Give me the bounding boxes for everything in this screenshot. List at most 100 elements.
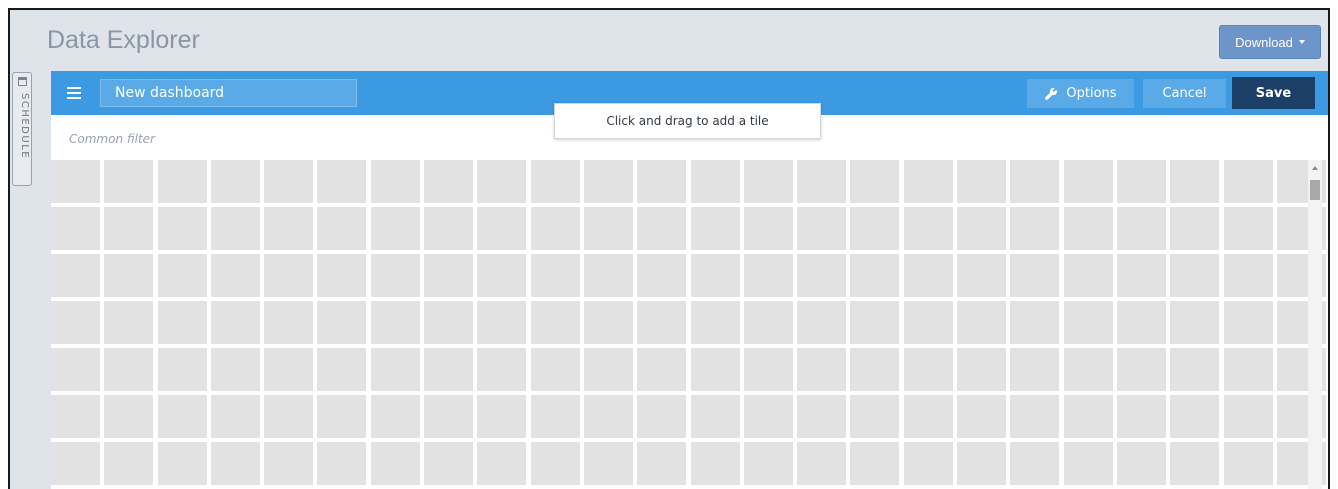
- grid-cell[interactable]: [424, 395, 474, 438]
- grid-cell[interactable]: [317, 442, 367, 485]
- grid-cell[interactable]: [1116, 207, 1166, 250]
- grid-cell[interactable]: [797, 160, 847, 203]
- grid-cell[interactable]: [264, 348, 314, 391]
- grid-cell[interactable]: [51, 442, 100, 485]
- grid-cell[interactable]: [530, 160, 580, 203]
- dashboard-name-input[interactable]: [100, 79, 357, 107]
- grid-cell[interactable]: [690, 254, 740, 297]
- grid-cell[interactable]: [583, 254, 633, 297]
- grid-cell[interactable]: [424, 301, 474, 344]
- grid-cell[interactable]: [690, 442, 740, 485]
- grid-cell[interactable]: [743, 395, 793, 438]
- grid-cell[interactable]: [583, 395, 633, 438]
- grid-cell[interactable]: [903, 442, 953, 485]
- grid-cell[interactable]: [370, 442, 420, 485]
- grid-cell[interactable]: [1170, 160, 1220, 203]
- grid-cell[interactable]: [957, 207, 1007, 250]
- grid-cell[interactable]: [743, 160, 793, 203]
- grid-cell[interactable]: [1010, 442, 1060, 485]
- grid-cell[interactable]: [1063, 395, 1113, 438]
- grid-cell[interactable]: [210, 442, 260, 485]
- grid-cell[interactable]: [1116, 395, 1166, 438]
- grid-cell[interactable]: [1010, 348, 1060, 391]
- grid-cell[interactable]: [530, 395, 580, 438]
- grid-cell[interactable]: [104, 348, 154, 391]
- grid-cell[interactable]: [1116, 301, 1166, 344]
- grid-cell[interactable]: [530, 301, 580, 344]
- grid-cell[interactable]: [104, 442, 154, 485]
- grid-cell[interactable]: [850, 207, 900, 250]
- grid-cell[interactable]: [1063, 207, 1113, 250]
- grid-cell[interactable]: [264, 254, 314, 297]
- scroll-thumb[interactable]: [1310, 180, 1320, 200]
- grid-cell[interactable]: [903, 348, 953, 391]
- grid-cell[interactable]: [903, 301, 953, 344]
- grid-cell[interactable]: [743, 348, 793, 391]
- grid-cell[interactable]: [104, 301, 154, 344]
- grid-cell[interactable]: [903, 395, 953, 438]
- grid-cell[interactable]: [583, 348, 633, 391]
- grid-cell[interactable]: [1223, 254, 1273, 297]
- grid-cell[interactable]: [264, 160, 314, 203]
- grid-cell[interactable]: [157, 301, 207, 344]
- grid-cell[interactable]: [424, 207, 474, 250]
- grid-cell[interactable]: [743, 301, 793, 344]
- grid-cell[interactable]: [850, 254, 900, 297]
- grid-cell[interactable]: [1116, 254, 1166, 297]
- grid-cell[interactable]: [1170, 207, 1220, 250]
- cancel-button[interactable]: Cancel: [1143, 79, 1226, 108]
- grid-cell[interactable]: [1223, 442, 1273, 485]
- grid-cell[interactable]: [104, 160, 154, 203]
- grid-cell[interactable]: [477, 207, 527, 250]
- grid-cell[interactable]: [690, 395, 740, 438]
- grid-cell[interactable]: [157, 395, 207, 438]
- grid-cell[interactable]: [1010, 254, 1060, 297]
- grid-cell[interactable]: [637, 395, 687, 438]
- grid-cell[interactable]: [477, 442, 527, 485]
- grid-cell[interactable]: [104, 207, 154, 250]
- options-button[interactable]: Options: [1027, 79, 1134, 108]
- grid-cell[interactable]: [797, 301, 847, 344]
- grid-cell[interactable]: [637, 207, 687, 250]
- grid-cell[interactable]: [51, 395, 100, 438]
- grid-cell[interactable]: [317, 160, 367, 203]
- grid-cell[interactable]: [317, 207, 367, 250]
- grid-cell[interactable]: [530, 207, 580, 250]
- grid-cell[interactable]: [264, 207, 314, 250]
- grid-cell[interactable]: [583, 207, 633, 250]
- grid-cell[interactable]: [1063, 301, 1113, 344]
- grid-cell[interactable]: [370, 160, 420, 203]
- grid-cell[interactable]: [1170, 442, 1220, 485]
- grid-cell[interactable]: [850, 348, 900, 391]
- grid-cell[interactable]: [690, 348, 740, 391]
- grid-cell[interactable]: [637, 254, 687, 297]
- grid-cell[interactable]: [583, 160, 633, 203]
- grid-cell[interactable]: [424, 254, 474, 297]
- grid-cell[interactable]: [903, 207, 953, 250]
- grid-cell[interactable]: [797, 254, 847, 297]
- grid-cell[interactable]: [850, 160, 900, 203]
- grid-cell[interactable]: [1010, 207, 1060, 250]
- grid-cell[interactable]: [477, 254, 527, 297]
- grid-cell[interactable]: [1223, 301, 1273, 344]
- grid-cell[interactable]: [51, 207, 100, 250]
- tile-grid[interactable]: [51, 160, 1326, 485]
- grid-cell[interactable]: [51, 348, 100, 391]
- grid-cell[interactable]: [1170, 301, 1220, 344]
- grid-cell[interactable]: [104, 395, 154, 438]
- grid-cell[interactable]: [690, 207, 740, 250]
- grid-cell[interactable]: [370, 254, 420, 297]
- grid-cell[interactable]: [210, 395, 260, 438]
- grid-cell[interactable]: [210, 301, 260, 344]
- dashboard-canvas[interactable]: [51, 157, 1328, 489]
- grid-cell[interactable]: [690, 301, 740, 344]
- grid-cell[interactable]: [477, 301, 527, 344]
- grid-cell[interactable]: [797, 207, 847, 250]
- grid-cell[interactable]: [264, 301, 314, 344]
- grid-cell[interactable]: [637, 348, 687, 391]
- grid-cell[interactable]: [157, 348, 207, 391]
- grid-cell[interactable]: [210, 254, 260, 297]
- grid-cell[interactable]: [1010, 395, 1060, 438]
- grid-cell[interactable]: [743, 442, 793, 485]
- grid-cell[interactable]: [1223, 160, 1273, 203]
